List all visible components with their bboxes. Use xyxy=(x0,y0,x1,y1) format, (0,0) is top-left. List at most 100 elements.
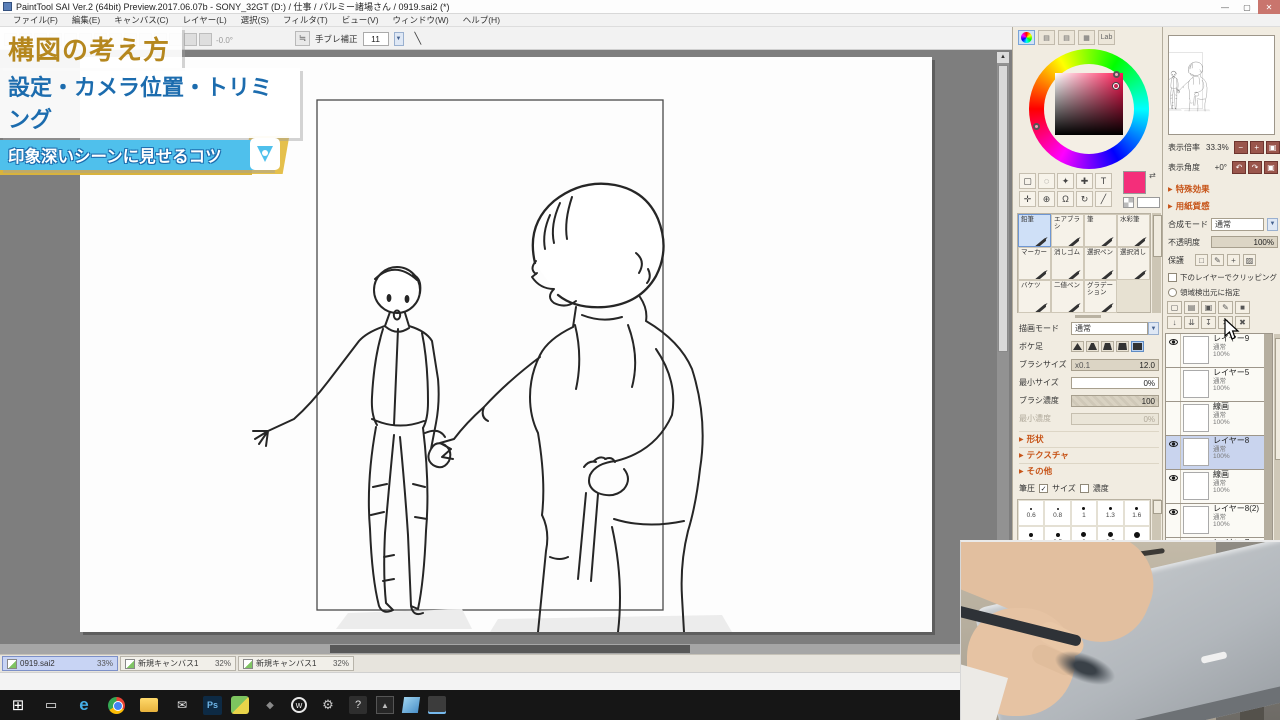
canvas-tab[interactable]: 0919.sai2 33% xyxy=(2,656,118,671)
pressure-size-checkbox[interactable]: ✓ xyxy=(1039,484,1048,493)
swap-colors-icon[interactable]: ⇄ xyxy=(1149,171,1156,180)
layer-extra-toggle[interactable] xyxy=(1166,453,1180,470)
new-folder-icon[interactable]: ▤ xyxy=(1184,301,1199,314)
layer-row[interactable]: レイヤー8 通常 100% xyxy=(1166,436,1264,470)
edge-icon[interactable]: e xyxy=(72,693,96,717)
mail-icon[interactable]: ✉ xyxy=(170,693,194,717)
layer-extra-toggle[interactable] xyxy=(1166,351,1180,368)
shelf-scrollbar[interactable] xyxy=(1152,213,1161,313)
brush-preset[interactable]: 筆 xyxy=(1084,214,1117,247)
layer-row[interactable]: レイヤー8(2) 通常 100% xyxy=(1166,504,1264,538)
settings-icon[interactable]: ⚙ xyxy=(316,693,340,717)
layer-extra-toggle[interactable] xyxy=(1166,487,1180,504)
saturation-value-square[interactable] xyxy=(1055,73,1123,135)
zoom-out-button[interactable]: − xyxy=(1234,141,1248,154)
canvas-tab[interactable]: 新規キャンバス1 32% xyxy=(120,656,236,671)
density-slider[interactable]: 100 xyxy=(1071,395,1159,407)
text-tool-icon[interactable]: T xyxy=(1095,173,1112,189)
brush-preset[interactable]: マーカー xyxy=(1018,247,1051,280)
photoshop-icon[interactable]: Ps xyxy=(203,696,222,715)
brush-preset[interactable]: 二値ペン xyxy=(1051,280,1084,313)
brush-preset[interactable]: グラデーション xyxy=(1084,280,1117,313)
brush-preset[interactable]: 水彩筆 xyxy=(1117,214,1150,247)
stabilizer-value[interactable]: 11 xyxy=(363,32,389,46)
help-icon[interactable]: ? xyxy=(349,696,367,714)
size-preset[interactable]: 1 xyxy=(1071,500,1097,526)
layer-extra-toggle[interactable] xyxy=(1166,521,1180,538)
edge-shape-buttons[interactable] xyxy=(1071,341,1144,352)
menu-item[interactable]: 選択(S) xyxy=(234,14,276,26)
task-view-icon[interactable]: ▭ xyxy=(39,693,63,717)
maximize-button[interactable]: ▢ xyxy=(1236,0,1258,14)
brush-preset[interactable]: 選択消し xyxy=(1117,247,1150,280)
opacity-slider[interactable]: 100% xyxy=(1211,236,1278,248)
layer-visibility-toggle[interactable] xyxy=(1166,436,1180,453)
menu-item[interactable]: ウィンドウ(W) xyxy=(386,14,456,26)
layer-visibility-toggle[interactable] xyxy=(1166,402,1180,419)
panel-drag-handle[interactable] xyxy=(1075,315,1101,318)
wacom-icon[interactable]: w xyxy=(291,697,307,713)
rotate-ccw-button[interactable]: ↶ xyxy=(1232,161,1246,174)
section-effects[interactable]: ▶特殊効果 xyxy=(1168,181,1278,197)
menu-item[interactable]: ファイル(F) xyxy=(6,14,65,26)
zoom-reset-button[interactable]: ▣ xyxy=(1266,141,1280,154)
dropdown-icon[interactable]: ▼ xyxy=(1267,218,1278,231)
lasso-tool-icon[interactable]: ◌ xyxy=(1038,173,1055,189)
protect-fill-icon[interactable]: ▨ xyxy=(1243,254,1256,266)
horizontal-scrollbar[interactable] xyxy=(0,644,1012,654)
brush-preset[interactable]: エアブラシ xyxy=(1051,214,1084,247)
move-tool-icon[interactable]: ✚ xyxy=(1076,173,1093,189)
copy-layer-icon[interactable]: ▣ xyxy=(1201,301,1216,314)
angle-reset-button[interactable]: ▣ xyxy=(1264,161,1278,174)
blend-mode-select[interactable]: 通常 xyxy=(1211,218,1264,231)
protect-none-icon[interactable]: □ xyxy=(1195,254,1208,266)
menu-item[interactable]: ビュー(V) xyxy=(335,14,386,26)
linework-layer-icon[interactable]: ✎ xyxy=(1218,301,1233,314)
section-paper[interactable]: ▶用紙質感 xyxy=(1168,198,1278,214)
pan-tool-icon[interactable]: ✛ xyxy=(1019,191,1036,207)
minimize-button[interactable]: — xyxy=(1214,0,1236,14)
brush-preset[interactable]: バケツ xyxy=(1018,280,1051,313)
magic-wand-tool-icon[interactable]: ✦ xyxy=(1057,173,1074,189)
chrome-icon[interactable] xyxy=(108,697,125,714)
layer-extra-toggle[interactable] xyxy=(1166,385,1180,402)
lab-sliders-icon[interactable]: Lab xyxy=(1098,30,1115,45)
brush-size-slider[interactable]: x0.1 12.0 xyxy=(1071,359,1159,371)
layer-row[interactable]: 線画 通常 100% xyxy=(1166,402,1264,436)
photos-icon[interactable]: ▲ xyxy=(376,696,394,714)
size-preset[interactable]: 0.6 xyxy=(1018,500,1044,526)
menu-item[interactable]: ヘルプ(H) xyxy=(456,14,507,26)
3d-app-icon[interactable] xyxy=(402,697,420,713)
menu-item[interactable]: レイヤー(L) xyxy=(176,14,234,26)
transparent-color-icon[interactable] xyxy=(1123,197,1134,208)
layer-row[interactable]: レイヤー9 通常 100% xyxy=(1166,334,1264,368)
select-rect-tool-icon[interactable]: ▢ xyxy=(1019,173,1036,189)
rotate-cw-button[interactable]: ↷ xyxy=(1248,161,1262,174)
eyedropper-tool-icon[interactable]: ╱ xyxy=(1095,191,1112,207)
brush-preset[interactable]: 選択ペン xyxy=(1084,247,1117,280)
primary-color-swatch[interactable] xyxy=(1123,171,1146,194)
merge-down-icon[interactable]: ⇊ xyxy=(1184,316,1199,329)
horizontal-scroll-thumb[interactable] xyxy=(330,645,690,653)
secondary-color-swatch[interactable] xyxy=(1137,197,1160,208)
menu-item[interactable]: フィルタ(T) xyxy=(276,14,335,26)
layer-visibility-toggle[interactable] xyxy=(1166,334,1180,351)
hsv-sliders-icon[interactable]: ▤ xyxy=(1058,30,1075,45)
clipping-checkbox[interactable] xyxy=(1168,273,1177,282)
new-layer-icon[interactable]: ▢ xyxy=(1167,301,1182,314)
size-preset[interactable]: 1.6 xyxy=(1124,500,1150,526)
size-preset[interactable]: 1.3 xyxy=(1097,500,1123,526)
scroll-up-icon[interactable]: ▲ xyxy=(997,52,1009,63)
zoom-tool-icon[interactable]: ⊕ xyxy=(1038,191,1055,207)
section-texture[interactable]: ▶テクスチャ xyxy=(1019,447,1159,462)
map-app-icon[interactable] xyxy=(231,696,249,714)
protect-move-icon[interactable]: + xyxy=(1227,254,1240,266)
layer-visibility-toggle[interactable] xyxy=(1166,368,1180,385)
mask-icon[interactable]: ■ xyxy=(1235,301,1250,314)
section-shape[interactable]: ▶形状 xyxy=(1019,431,1159,446)
hue-marker[interactable] xyxy=(1033,123,1040,130)
region-source-checkbox[interactable] xyxy=(1168,288,1177,297)
layer-row[interactable]: レイヤー5 通常 100% xyxy=(1166,368,1264,402)
navigator[interactable] xyxy=(1168,35,1275,135)
protect-opacity-icon[interactable]: ✎ xyxy=(1211,254,1224,266)
